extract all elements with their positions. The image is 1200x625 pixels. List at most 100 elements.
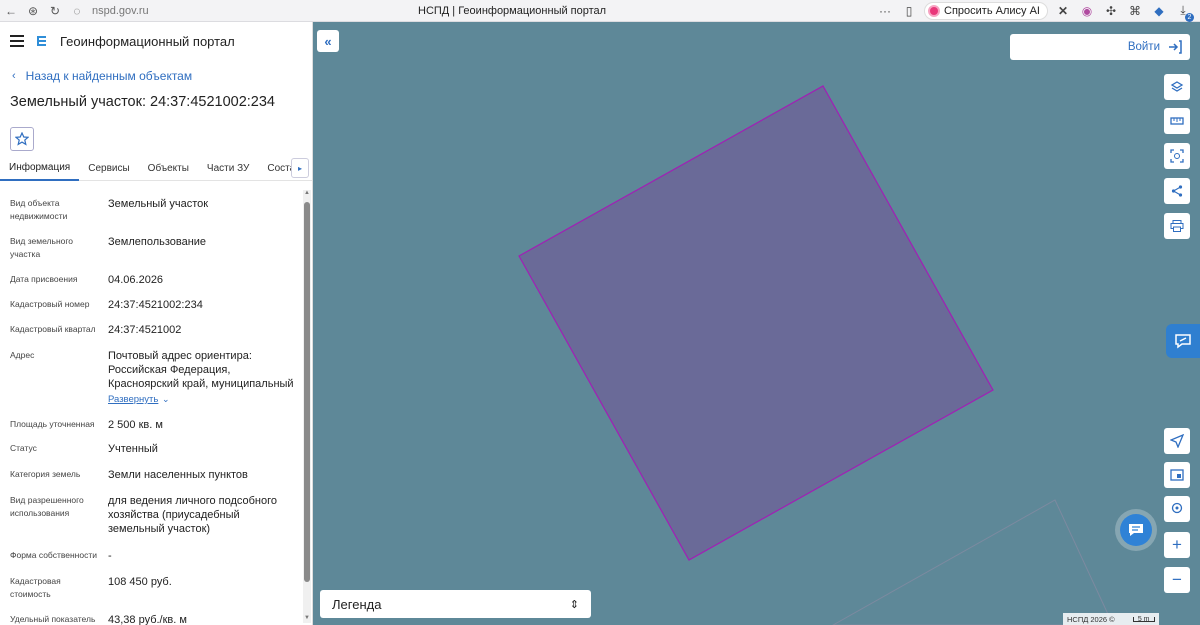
share-button[interactable] <box>1164 178 1190 204</box>
panel-scrollbar[interactable]: ▲ ▼ <box>303 190 311 623</box>
extension-icon[interactable]: ✕ <box>1054 2 1072 20</box>
property-label: Кадастровый номер <box>10 299 90 309</box>
chevron-down-icon[interactable]: ⌄ <box>162 394 170 405</box>
property-label: Статус <box>10 443 37 453</box>
legend-label: Легенда <box>332 596 382 612</box>
property-value[interactable]: 24:37:4521002 <box>108 323 298 337</box>
property-value: - <box>108 550 112 562</box>
collapse-panel-button[interactable]: « <box>317 30 339 52</box>
select-area-icon <box>1170 149 1184 163</box>
property-label: Площадь уточненная <box>10 419 95 429</box>
property-label: Кадастровая стоимость <box>10 576 61 599</box>
address-bar[interactable]: nspd.gov.ru <box>92 5 342 17</box>
alice-label: Спросить Алису AI <box>944 4 1040 17</box>
property-value: для ведения личного подсобного хозяйства… <box>108 495 278 535</box>
property-value: 43,38 руб./кв. м <box>108 614 187 625</box>
scroll-up-icon[interactable]: ▲ <box>303 190 311 198</box>
chevron-left-icon: ‹ <box>12 70 16 82</box>
location-pin-icon <box>1171 502 1183 514</box>
chat-assistant-button[interactable] <box>1120 514 1152 546</box>
app-title: Геоинформационный портал <box>60 33 235 49</box>
more-icon[interactable]: ··· <box>876 2 894 20</box>
property-label: Вид земельного участка <box>10 236 74 259</box>
scroll-down-icon[interactable]: ▼ <box>303 615 311 623</box>
plus-icon: + <box>1172 535 1182 554</box>
print-button[interactable] <box>1164 213 1190 239</box>
scale-bar: 5 m <box>1132 616 1155 623</box>
double-chevron-left-icon: « <box>324 33 332 49</box>
select-area-button[interactable] <box>1164 143 1190 169</box>
chat-icon <box>1129 524 1143 536</box>
property-value: Учтенный <box>108 443 158 455</box>
zoom-out-button[interactable]: − <box>1164 567 1190 593</box>
property-value: Земли населенных пунктов <box>108 469 248 481</box>
tab-title: НСПД | Геоинформационный портал <box>418 4 607 17</box>
shield-icon[interactable]: ◌ <box>66 0 88 22</box>
browser-toolbar: ← ⊛ ↻ ◌ nspd.gov.ru НСПД | Геоинформацио… <box>0 0 1200 22</box>
property-label: Кадастровый квартал <box>10 324 96 334</box>
feedback-icon <box>1175 334 1191 349</box>
map-attribution: НСПД 2026 © 5 m <box>1063 613 1159 625</box>
favorite-button[interactable] <box>10 127 34 151</box>
puzzle-icon[interactable]: ✣ <box>1102 2 1120 20</box>
scroll-thumb[interactable] <box>304 202 310 582</box>
property-label: Дата присвоения <box>10 274 78 284</box>
vpn-icon[interactable]: ◆ <box>1150 2 1168 20</box>
map-view[interactable]: « Войти + − Легенда ⇕ НСПД 2026 © 5 m <box>313 22 1200 625</box>
property-value: 2 500 кв. м <box>108 419 163 431</box>
expand-address-link[interactable]: Развернуть <box>108 394 158 405</box>
property-label: Вид разрешенного использования <box>10 495 84 518</box>
property-value: Почтовый адрес ориентира: Российская Фед… <box>108 350 294 390</box>
property-value: 04.06.2026 <box>108 274 164 286</box>
record-icon[interactable]: ◉ <box>1078 2 1096 20</box>
tab-services[interactable]: Сервисы <box>79 155 138 181</box>
tab-parts[interactable]: Части ЗУ <box>198 155 258 181</box>
back-to-results-link[interactable]: ‹ Назад к найденным объектам <box>12 68 312 84</box>
menu-icon[interactable] <box>10 35 24 47</box>
object-title: Земельный участок: 24:37:4521002:234 <box>10 94 275 110</box>
ruler-icon <box>1170 117 1184 125</box>
property-label: Форма собственности <box>10 550 97 560</box>
alice-icon <box>928 4 941 17</box>
property-value: 108 450 руб. <box>108 576 172 588</box>
property-value: Земельный участок <box>108 198 209 210</box>
feedback-tab[interactable] <box>1166 324 1200 358</box>
zoom-in-button[interactable]: + <box>1164 532 1190 558</box>
portal-logo-icon <box>37 36 46 46</box>
chevron-updown-icon: ⇕ <box>569 598 579 611</box>
alice-button[interactable]: Спросить Алису AI <box>924 1 1048 20</box>
download-icon[interactable]: ⤓ 2 <box>1174 2 1194 22</box>
property-label: Адрес <box>10 350 35 360</box>
property-value: Землепользование <box>108 236 207 248</box>
download-badge: 2 <box>1185 12 1194 22</box>
yandex-icon[interactable]: ⊛ <box>22 0 44 22</box>
collections-icon[interactable]: ⌘ <box>1126 2 1144 20</box>
back-arrow-icon[interactable]: ← <box>0 0 22 22</box>
location-pin-button[interactable] <box>1164 496 1190 522</box>
share-icon <box>1171 185 1183 197</box>
selected-parcel[interactable] <box>518 85 994 561</box>
navigation-arrow-icon <box>1170 434 1184 448</box>
layers-button[interactable] <box>1164 74 1190 100</box>
print-icon <box>1170 220 1184 232</box>
info-panel: Геоинформационный портал ‹ Назад к найде… <box>0 22 313 625</box>
panel-header: Геоинформационный портал <box>0 22 312 60</box>
neighbor-parcel[interactable] <box>831 499 1114 625</box>
geolocation-button[interactable] <box>1164 428 1190 454</box>
tab-bar: Информация Сервисы Объекты Части ЗУ Сост… <box>0 155 312 181</box>
property-label: Удельный показатель <box>10 614 96 624</box>
property-value[interactable]: 24:37:4521002:234 <box>108 298 298 312</box>
minimap-button[interactable] <box>1164 462 1190 488</box>
map-canvas[interactable] <box>313 22 1200 625</box>
copyright-text: НСПД 2026 © <box>1067 614 1115 624</box>
tabs-scroll-right-button[interactable]: ▸ <box>291 158 309 178</box>
chevron-right-icon: ▸ <box>297 163 302 173</box>
login-button[interactable]: Войти <box>1010 34 1190 60</box>
bookmark-icon[interactable]: ▯ <box>900 2 918 20</box>
ruler-button[interactable] <box>1164 108 1190 134</box>
login-label: Войти <box>1127 41 1160 53</box>
reload-icon[interactable]: ↻ <box>44 0 66 22</box>
tab-objects[interactable]: Объекты <box>139 155 198 181</box>
tab-info[interactable]: Информация <box>0 155 80 181</box>
legend-dropdown[interactable]: Легенда ⇕ <box>320 590 591 618</box>
